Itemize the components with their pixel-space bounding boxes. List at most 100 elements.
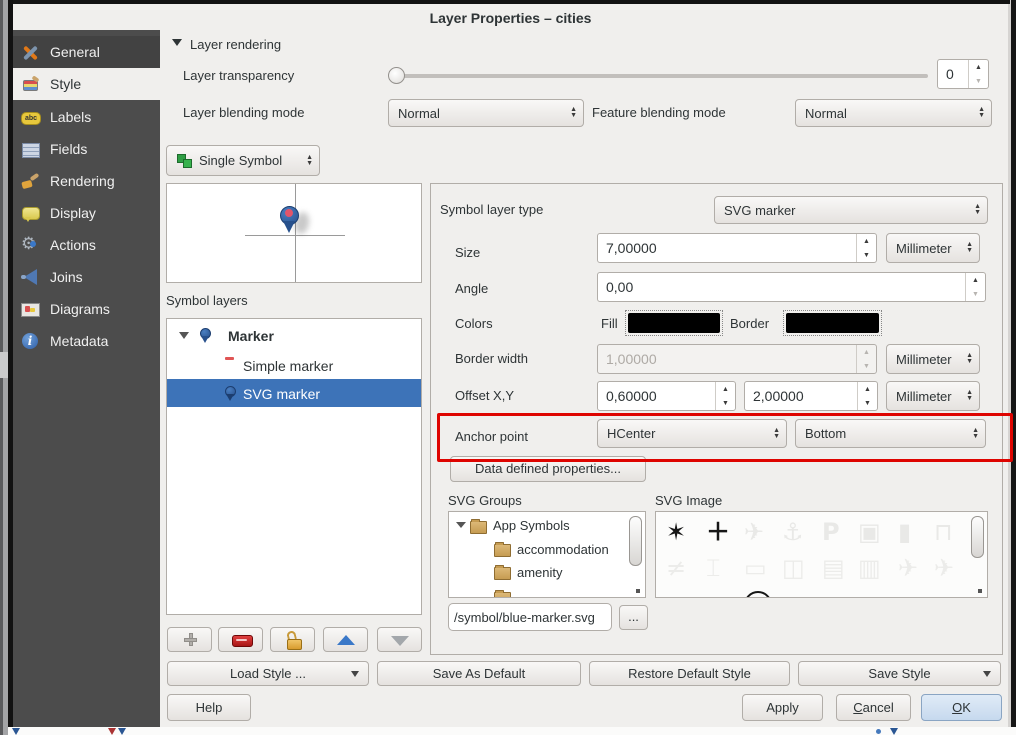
size-spinbox[interactable]: 7,00000 ▲▼ — [597, 233, 877, 263]
ok-button[interactable]: OK — [921, 694, 1002, 721]
offset-unit-combo[interactable]: Millimeter ▲▼ — [886, 381, 980, 411]
svg-airplane-icon[interactable]: ✈ — [744, 518, 764, 546]
border-width-spinbox[interactable]: 1,00000 ▲▼ — [597, 344, 877, 374]
svg-icon[interactable]: ⌶ — [706, 554, 720, 582]
tree-label: Simple marker — [243, 358, 333, 374]
sidebar-item-label: Actions — [50, 237, 96, 253]
svg-icon[interactable]: ▭ — [744, 554, 767, 582]
save-style-button[interactable]: Save Style — [798, 661, 1001, 686]
sidebar-item-label: Metadata — [50, 333, 108, 349]
svg-parking-icon[interactable]: P — [822, 518, 840, 546]
folder-icon — [494, 544, 511, 557]
symbol-layer-type-combo[interactable]: SVG marker ▲▼ — [714, 196, 988, 224]
svg-icon[interactable]: ◫ — [782, 554, 805, 582]
layer-properties-dialog: Layer Properties – cities General Style — [13, 4, 1008, 727]
svg-pillar-icon[interactable]: ▮ — [898, 518, 911, 546]
remove-symbol-layer-button[interactable] — [218, 627, 263, 652]
angle-spinbox[interactable]: 0,00 ▲▼ — [597, 272, 986, 302]
transparency-slider-track[interactable] — [392, 74, 928, 78]
border-width-unit-combo[interactable]: Millimeter ▲▼ — [886, 344, 980, 374]
sidebar-item-labels[interactable]: abc Labels — [13, 101, 160, 133]
collapse-arrow-icon[interactable] — [172, 39, 182, 46]
anchor-horizontal-combo[interactable]: HCenter ▲▼ — [597, 419, 787, 448]
combo-down-icon: ▼ — [570, 113, 577, 119]
sidebar-item-rendering[interactable]: Rendering — [13, 165, 160, 197]
svg-icon[interactable]: ≠ — [666, 554, 686, 582]
save-as-default-button[interactable]: Save As Default — [377, 661, 581, 686]
tree-label: App Symbols — [493, 518, 570, 533]
load-style-button[interactable]: Load Style ... — [167, 661, 369, 686]
svg-star-icon[interactable]: ✶ — [666, 518, 686, 546]
plus-icon — [184, 633, 197, 646]
map-marker-icon — [890, 728, 898, 735]
feature-blending-combo[interactable]: Normal ▲▼ — [795, 99, 992, 127]
add-symbol-layer-button[interactable] — [167, 627, 212, 652]
tree-row-app-symbols[interactable]: App Symbols — [449, 514, 645, 538]
tree-row-simple-marker[interactable]: Simple marker — [167, 351, 421, 378]
expand-arrow-icon[interactable] — [456, 522, 466, 528]
scrollbar-thumb[interactable] — [971, 516, 984, 558]
minus-icon — [232, 635, 253, 647]
restore-default-style-button[interactable]: Restore Default Style — [589, 661, 790, 686]
simple-marker-icon — [225, 357, 234, 360]
help-button[interactable]: Help — [167, 694, 251, 721]
sidebar-item-actions[interactable]: ⚙ Actions — [13, 229, 160, 261]
anchor-vertical-combo[interactable]: Bottom ▲▼ — [795, 419, 986, 448]
map-marker-icon — [876, 729, 881, 734]
svg-cross-icon[interactable]: ＋ — [706, 518, 730, 546]
cancel-button[interactable]: Cancel — [836, 694, 911, 721]
tree-row-amenity[interactable]: amenity — [449, 561, 645, 584]
tree-row-marker[interactable]: Marker — [167, 323, 421, 350]
border-label: Border — [730, 316, 769, 331]
data-defined-properties-button[interactable]: Data defined properties... — [450, 456, 646, 482]
svg-icon[interactable]: ▤ — [822, 554, 845, 582]
move-layer-up-button[interactable] — [323, 627, 368, 652]
border-color-swatch[interactable] — [783, 310, 882, 336]
tree-row-svg-marker-selected[interactable]: SVG marker — [167, 379, 421, 407]
transparency-spinbox[interactable]: 0 ▲▼ — [937, 59, 989, 89]
svg-gate-icon[interactable]: ⊓ — [934, 518, 953, 546]
spin-down-icon: ▼ — [716, 396, 735, 410]
sidebar-item-diagrams[interactable]: Diagrams — [13, 293, 160, 325]
single-symbol-icon — [176, 153, 192, 169]
svg-path-input[interactable]: /symbol/blue-marker.svg — [448, 603, 612, 631]
svg-bus-icon[interactable]: ▣ — [858, 518, 881, 546]
transparency-slider-handle[interactable] — [388, 67, 405, 84]
tree-row-accommodation[interactable]: accommodation — [449, 538, 645, 561]
combo-down-icon: ▼ — [978, 113, 985, 119]
spin-up-icon: ▲ — [716, 382, 735, 396]
scrollbar-thumb[interactable] — [629, 516, 642, 566]
sidebar-item-metadata[interactable]: i Metadata — [13, 325, 160, 357]
svg-airplane-icon[interactable]: ✈ — [934, 554, 954, 582]
sidebar-item-fields[interactable]: Fields — [13, 133, 160, 165]
sidebar-item-label: Joins — [50, 269, 83, 285]
move-layer-down-button[interactable] — [377, 627, 422, 652]
browse-svg-button[interactable]: ... — [619, 605, 648, 630]
lock-symbol-layer-button[interactable] — [270, 627, 315, 652]
layer-blending-combo[interactable]: Normal ▲▼ — [388, 99, 584, 127]
svg-ship-icon[interactable]: ⚓ — [782, 518, 804, 546]
table-icon — [21, 140, 40, 159]
fill-color-swatch[interactable] — [625, 310, 723, 336]
sidebar-item-display[interactable]: Display — [13, 197, 160, 229]
svg-icon[interactable]: ▥ — [858, 554, 881, 582]
svg-circle-icon[interactable] — [744, 591, 772, 598]
offset-y-spinbox[interactable]: 2,00000 ▲▼ — [744, 381, 878, 411]
renderer-combo[interactable]: Single Symbol ▲▼ — [166, 145, 320, 176]
border-width-label: Border width — [455, 351, 528, 366]
join-arrow-icon — [21, 268, 40, 287]
offset-x-spinbox[interactable]: 0,60000 ▲▼ — [597, 381, 736, 411]
sidebar-item-general[interactable]: General — [13, 36, 160, 68]
spin-up-icon: ▲ — [858, 382, 877, 396]
expand-arrow-icon[interactable] — [179, 332, 189, 339]
apply-button[interactable]: Apply — [742, 694, 823, 721]
size-unit-combo[interactable]: Millimeter ▲▼ — [886, 233, 980, 263]
svg-airplane-icon[interactable]: ✈ — [898, 554, 918, 582]
layer-rendering-header[interactable]: Layer rendering — [190, 37, 281, 52]
scrollbar-end — [978, 589, 982, 593]
load-style-label: Load Style ... — [230, 666, 306, 681]
sidebar-item-joins[interactable]: Joins — [13, 261, 160, 293]
sidebar-item-style[interactable]: Style — [13, 68, 160, 100]
map-marker-icon — [12, 728, 20, 735]
feature-blending-label: Feature blending mode — [592, 105, 726, 120]
